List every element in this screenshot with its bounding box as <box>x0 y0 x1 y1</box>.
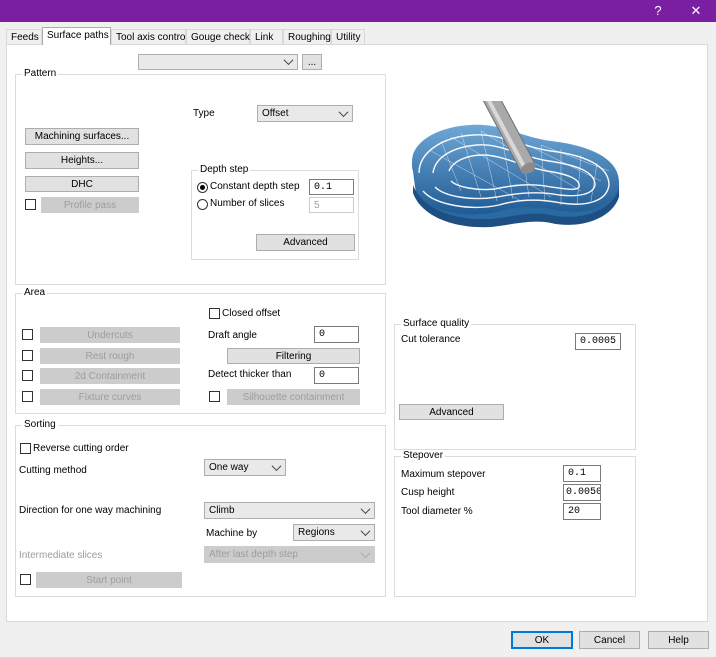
draft-angle-label: Draft angle <box>208 330 257 341</box>
detect-thicker-label: Detect thicker than <box>208 369 292 380</box>
help-title-button[interactable]: ? <box>640 0 676 22</box>
containment-2d-button[interactable]: 2d Containment <box>40 368 180 384</box>
help-button[interactable]: Help <box>648 631 709 649</box>
tab-gouge-check[interactable]: Gouge check <box>186 29 250 44</box>
stepover-title: Stepover <box>401 450 446 462</box>
depth-step-title: Depth step <box>198 164 251 176</box>
chevron-down-icon <box>360 547 371 558</box>
cutting-method-select[interactable]: One way <box>204 459 286 476</box>
silhouette-containment-button[interactable]: Silhouette containment <box>227 389 360 405</box>
cusp-height-label: Cusp height <box>401 487 455 498</box>
start-point-button[interactable]: Start point <box>36 572 182 588</box>
max-stepover-label: Maximum stepover <box>401 469 486 480</box>
pattern-title: Pattern <box>22 68 59 80</box>
type-select[interactable]: Offset <box>257 105 353 122</box>
machining-surfaces-button[interactable]: Machining surfaces... <box>25 128 139 145</box>
number-of-slices-label: Number of slices <box>210 198 285 209</box>
cutting-method-value: One way <box>209 462 249 473</box>
machine-by-value: Regions <box>298 527 335 538</box>
toolpath-combo[interactable] <box>138 54 298 70</box>
containment-2d-checkbox[interactable] <box>22 370 33 381</box>
closed-offset-label: Closed offset <box>222 308 281 319</box>
number-of-slices-input[interactable]: 5 <box>309 197 354 213</box>
detect-thicker-input[interactable]: 0 <box>314 367 359 384</box>
tab-link[interactable]: Link <box>250 29 283 44</box>
cut-tolerance-input[interactable]: 0.0005 <box>575 333 621 350</box>
undercuts-button[interactable]: Undercuts <box>40 327 180 343</box>
cusp-height-input[interactable]: 0.00505 <box>563 484 601 501</box>
max-stepover-input[interactable]: 0.1 <box>563 465 601 482</box>
constant-depth-label: Constant depth step <box>210 181 300 192</box>
start-point-checkbox[interactable] <box>20 574 31 585</box>
fixture-curves-button[interactable]: Fixture curves <box>40 389 180 405</box>
cut-tolerance-label: Cut tolerance <box>401 334 461 345</box>
tab-surface-paths[interactable]: Surface paths <box>42 27 111 45</box>
type-label: Type <box>193 108 215 119</box>
area-title: Area <box>22 287 48 299</box>
tab-utility[interactable]: Utility <box>331 29 365 44</box>
title-bar: ? ✕ <box>0 0 716 22</box>
rest-rough-checkbox[interactable] <box>22 350 33 361</box>
silhouette-checkbox[interactable] <box>209 391 220 402</box>
direction-select[interactable]: Climb <box>204 502 375 519</box>
profile-pass-checkbox[interactable] <box>25 199 36 210</box>
ok-button[interactable]: OK <box>511 631 573 649</box>
sorting-title: Sorting <box>22 419 58 431</box>
pattern-group: Pattern Machining surfaces... Heights...… <box>15 68 386 285</box>
cancel-button[interactable]: Cancel <box>579 631 640 649</box>
depth-advanced-button[interactable]: Advanced <box>256 234 355 251</box>
tab-tool-axis-control[interactable]: Tool axis control <box>111 29 188 44</box>
filtering-button[interactable]: Filtering <box>227 348 360 364</box>
constant-depth-input[interactable]: 0.1 <box>309 179 354 195</box>
tool-diameter-input[interactable]: 20 <box>563 503 601 520</box>
profile-pass-button[interactable]: Profile pass <box>41 197 139 213</box>
number-of-slices-radio[interactable] <box>197 199 208 210</box>
tool-diameter-label: Tool diameter % <box>401 506 473 517</box>
intermediate-slices-label: Intermediate slices <box>19 550 103 561</box>
tab-feeds[interactable]: Feeds <box>6 29 42 44</box>
sorting-group: Sorting Reverse cutting order Cutting me… <box>15 419 386 597</box>
more-button[interactable]: ... <box>302 54 322 70</box>
chevron-down-icon <box>271 460 282 471</box>
direction-value: Climb <box>209 505 235 516</box>
direction-label: Direction for one way machining <box>19 505 162 516</box>
stepover-group: Stepover Maximum stepover 0.1 Cusp heigh… <box>394 450 636 597</box>
machine-by-select[interactable]: Regions <box>293 524 375 541</box>
rest-rough-button[interactable]: Rest rough <box>40 348 180 364</box>
tab-panel: ... Pattern Machining surfaces... Height… <box>6 44 708 622</box>
chevron-down-icon <box>360 503 371 514</box>
surface-advanced-button[interactable]: Advanced <box>399 404 504 420</box>
chevron-down-icon <box>360 525 371 536</box>
dialog-window: ? ✕ Feeds Surface paths Tool axis contro… <box>0 0 716 657</box>
draft-angle-input[interactable]: 0 <box>314 326 359 343</box>
close-button[interactable]: ✕ <box>678 0 714 22</box>
fixture-curves-checkbox[interactable] <box>22 391 33 402</box>
closed-offset-checkbox[interactable] <box>209 308 220 319</box>
cutting-method-label: Cutting method <box>19 465 87 476</box>
surface-quality-title: Surface quality <box>401 318 472 330</box>
undercuts-checkbox[interactable] <box>22 329 33 340</box>
chevron-down-icon <box>283 55 294 66</box>
reverse-order-checkbox[interactable] <box>20 443 31 454</box>
chevron-down-icon <box>338 106 349 117</box>
machine-by-label: Machine by <box>206 528 258 539</box>
type-select-value: Offset <box>262 108 289 119</box>
intermediate-slices-value: After last depth step <box>209 549 298 560</box>
area-group: Area Undercuts Rest rough 2d Containment… <box>15 287 386 414</box>
heights-button[interactable]: Heights... <box>25 152 139 169</box>
constant-depth-radio[interactable] <box>197 182 208 193</box>
intermediate-slices-select[interactable]: After last depth step <box>204 546 375 563</box>
reverse-order-label: Reverse cutting order <box>33 443 129 454</box>
depth-step-group: Depth step Constant depth step 0.1 Numbe… <box>191 164 359 260</box>
surface-quality-group: Surface quality Cut tolerance 0.0005 Adv… <box>394 318 636 450</box>
dhc-button[interactable]: DHC <box>25 176 139 192</box>
tab-roughing[interactable]: Roughing <box>283 29 331 44</box>
surface-preview-image <box>412 101 620 228</box>
